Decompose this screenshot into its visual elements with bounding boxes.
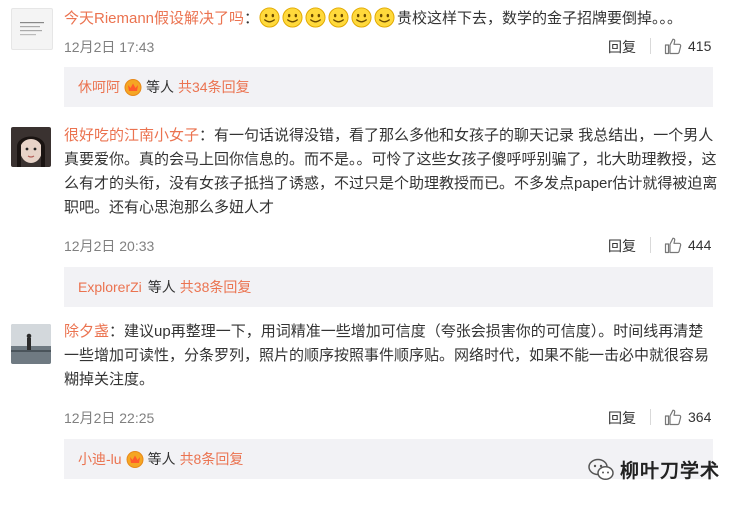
comment-meta: 12月2日 20:33 回复 444: [64, 233, 718, 257]
avatar[interactable]: [11, 8, 53, 50]
avatar-image: [20, 22, 44, 36]
comment-username[interactable]: 今天Riemann假设解决了吗: [64, 10, 244, 27]
sub-reply-total-link[interactable]: 共8条回复: [180, 449, 244, 469]
comment-body: 建议up再整理一下，用词精准一些增加可信度（夸张会损害你的可信度）。时间线再清楚…: [64, 323, 710, 388]
sub-replies-box[interactable]: 休呵阿 等人 共34条回复: [64, 67, 713, 107]
vip-badge-icon: [124, 78, 142, 96]
watermark-text: 柳叶刀学术: [620, 461, 721, 482]
sub-reply-username[interactable]: 休呵阿: [78, 77, 120, 97]
thumbs-up-icon: [664, 409, 682, 426]
smile-emoji: [282, 7, 303, 28]
sub-reply-username[interactable]: 小迪-lu: [78, 449, 122, 469]
wechat-icon: [588, 458, 614, 480]
divider: [650, 409, 651, 425]
username-separator: ：: [199, 127, 215, 144]
like-button[interactable]: 415: [664, 35, 711, 57]
smile-emoji: [351, 7, 372, 28]
comment-time: 12月2日 17:43: [64, 39, 155, 55]
like-button[interactable]: 444: [664, 234, 711, 256]
reply-button[interactable]: 回复: [608, 37, 636, 57]
avatar-image: [11, 127, 51, 167]
thumbs-up-icon: [664, 38, 682, 55]
comment-time: 12月2日 22:25: [64, 410, 155, 426]
comment-text: 除夕盏：建议up再整理一下，用词精准一些增加可信度（夸张会损害你的可信度）。时间…: [64, 320, 718, 392]
avatar-image: [11, 324, 51, 364]
reply-button[interactable]: 回复: [608, 408, 636, 428]
comment-meta: 12月2日 17:43 回复 415: [64, 34, 718, 58]
comment-body: 贵校这样下去，数学的金子招牌要倒掉。。。: [397, 10, 683, 27]
avatar[interactable]: [11, 127, 51, 167]
comment-meta: 12月2日 22:25 回复 364: [64, 405, 718, 429]
divider: [650, 38, 651, 54]
sub-reply-etc: 等人: [147, 451, 176, 467]
like-button[interactable]: 364: [664, 406, 711, 428]
thumbs-up-icon: [664, 237, 682, 254]
divider: [650, 237, 651, 253]
comment-time: 12月2日 20:33: [64, 238, 155, 254]
sub-reply-total-link[interactable]: 共34条回复: [178, 77, 250, 97]
wechat-watermark: 柳叶刀学术: [588, 456, 720, 483]
comment-text: 很好吃的江南小女子：有一句话说得没错，看了那么多他和女孩子的聊天记录 我总结出，…: [64, 124, 718, 220]
smile-emoji: [328, 7, 349, 28]
like-count: 415: [688, 38, 712, 54]
like-count: 444: [688, 237, 712, 253]
reply-button[interactable]: 回复: [608, 236, 636, 256]
like-count: 364: [688, 409, 712, 425]
comment-text: 今天Riemann假设解决了吗： 贵校这样下去，数学的金子招牌要倒掉。。。: [64, 7, 718, 31]
username-separator: ：: [244, 10, 260, 27]
sub-reply-total-link[interactable]: 共38条回复: [180, 277, 252, 297]
comment-username[interactable]: 除夕盏: [64, 323, 109, 340]
emoji-row: [259, 7, 397, 28]
smile-emoji: [305, 7, 326, 28]
vip-badge-icon: [126, 450, 144, 468]
sub-replies-box[interactable]: ExplorerZi 等人 共38条回复: [64, 267, 713, 307]
username-separator: ：: [109, 323, 125, 340]
sub-reply-etc: 等人: [146, 79, 174, 95]
sub-reply-etc: 等人: [147, 279, 176, 295]
sub-reply-username[interactable]: ExplorerZi: [78, 279, 142, 295]
comment-username[interactable]: 很好吃的江南小女子: [64, 127, 199, 144]
smile-emoji: [259, 7, 280, 28]
smile-emoji: [374, 7, 395, 28]
avatar[interactable]: [11, 324, 51, 364]
